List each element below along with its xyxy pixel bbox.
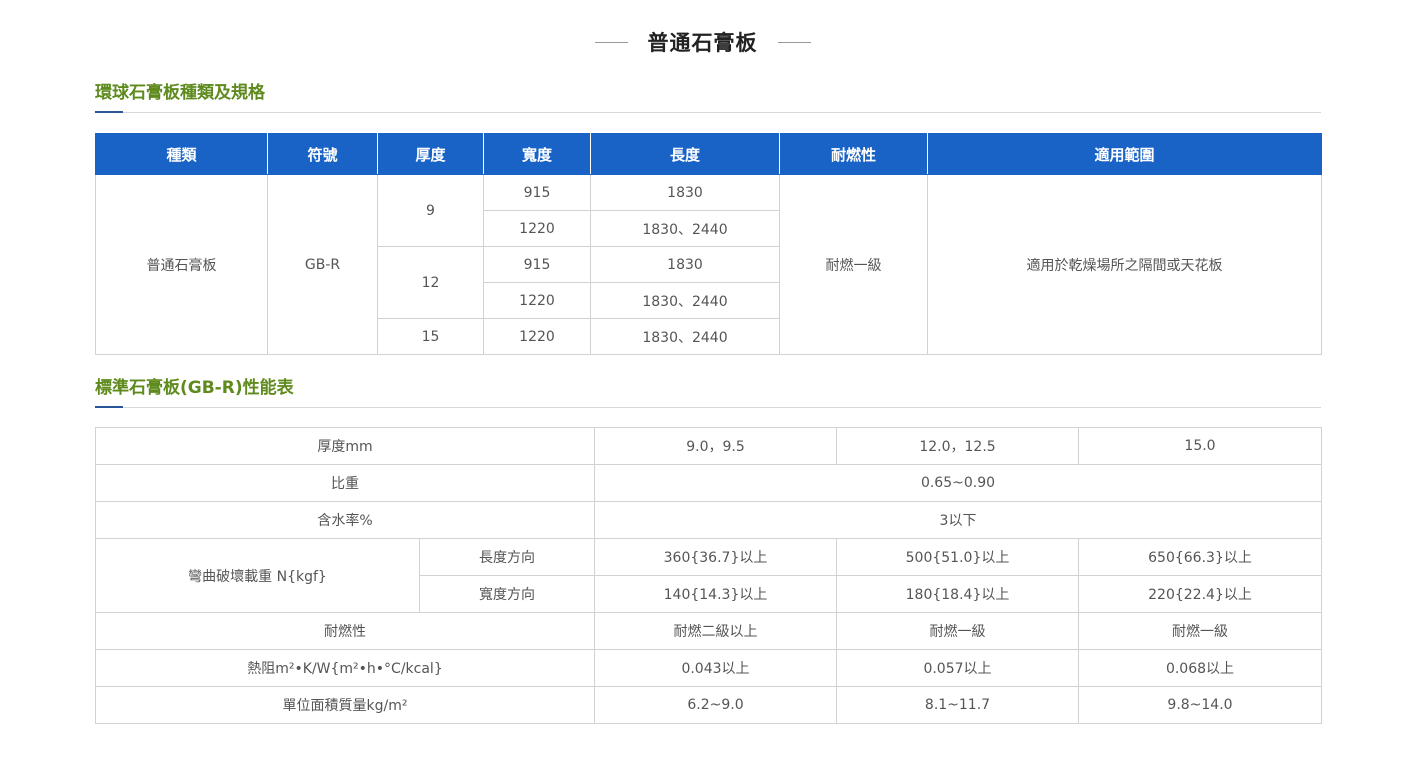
spec-header-cell: 適用範圍	[927, 133, 1322, 175]
perf-value-cell: 耐燃一級	[836, 612, 1079, 650]
section-perf-title: 標準石膏板(GB-R)性能表	[95, 378, 294, 398]
table-row: 熱阻m²•K/W{m²•h•°C/kcal} 0.043以上 0.057以上 0…	[95, 649, 1322, 687]
spec-fire-cell: 耐燃一級	[779, 174, 928, 355]
spec-width-cell: 1220	[483, 318, 591, 355]
spec-width-cell: 915	[483, 174, 591, 211]
perf-value-cell: 9.8~14.0	[1078, 686, 1322, 724]
perf-value-cell: 0.043以上	[594, 649, 837, 687]
section-divider	[95, 112, 1321, 113]
perf-value-cell: 6.2~9.0	[594, 686, 837, 724]
spec-table: 種類 符號 厚度 寬度 長度 耐燃性 適用範圍 普通石膏板 GB-R 9 915…	[95, 133, 1322, 355]
page-title-text: 普通石膏板	[647, 31, 758, 55]
spec-length-cell: 1830、2440	[590, 210, 780, 247]
spec-symbol-cell: GB-R	[267, 174, 378, 355]
spec-length-cell: 1830	[590, 246, 780, 283]
perf-value-cell: 0.068以上	[1078, 649, 1322, 687]
perf-value-cell: 9.0，9.5	[594, 427, 837, 465]
spec-table-header-row: 種類 符號 厚度 寬度 長度 耐燃性 適用範圍	[95, 133, 1322, 175]
spec-thickness-cell: 15	[377, 318, 484, 355]
perf-value-cell: 220{22.4}以上	[1078, 575, 1322, 613]
perf-value-cell: 3以下	[594, 501, 1322, 539]
perf-value-cell: 650{66.3}以上	[1078, 538, 1322, 576]
perf-value-cell: 12.0，12.5	[836, 427, 1079, 465]
perf-table: 厚度mm 9.0，9.5 12.0，12.5 15.0 比重 0.65~0.90…	[95, 427, 1322, 724]
perf-value-cell: 360{36.7}以上	[594, 538, 837, 576]
perf-value-cell: 0.65~0.90	[594, 464, 1322, 502]
spec-scope-cell: 適用於乾燥場所之隔間或天花板	[927, 174, 1322, 355]
section-accent	[95, 111, 123, 113]
table-row: 彎曲破壞載重 N{kgf} 長度方向 360{36.7}以上 500{51.0}…	[95, 538, 1322, 613]
title-right-rule	[777, 41, 811, 43]
table-row: 厚度mm 9.0，9.5 12.0，12.5 15.0	[95, 427, 1322, 465]
spec-header-cell: 寬度	[483, 133, 591, 175]
perf-label-cell: 熱阻m²•K/W{m²•h•°C/kcal}	[95, 649, 595, 687]
perf-value-cell: 8.1~11.7	[836, 686, 1079, 724]
perf-label-cell: 彎曲破壞載重 N{kgf}	[95, 538, 420, 613]
spec-type-cell: 普通石膏板	[95, 174, 268, 355]
perf-value-cell: 耐燃一級	[1078, 612, 1322, 650]
spec-width-cell: 1220	[483, 210, 591, 247]
page-title: 普通石膏板	[0, 22, 1405, 62]
perf-sublabel-cell: 寬度方向	[419, 575, 595, 613]
spec-length-cell: 1830、2440	[590, 282, 780, 319]
table-row: 耐燃性 耐燃二級以上 耐燃一級 耐燃一級	[95, 612, 1322, 650]
table-row: 單位面積質量kg/m² 6.2~9.0 8.1~11.7 9.8~14.0	[95, 686, 1322, 724]
perf-label-cell: 厚度mm	[95, 427, 595, 465]
spec-length-cell: 1830	[590, 174, 780, 211]
perf-value-cell: 0.057以上	[836, 649, 1079, 687]
perf-value-cell: 500{51.0}以上	[836, 538, 1079, 576]
spec-length-cell: 1830、2440	[590, 318, 780, 355]
perf-value-cell: 180{18.4}以上	[836, 575, 1079, 613]
section-spec-header: 環球石膏板種類及規格	[95, 82, 1321, 113]
table-row: 比重 0.65~0.90	[95, 464, 1322, 502]
spec-header-cell: 耐燃性	[779, 133, 928, 175]
title-left-rule	[594, 41, 628, 43]
spec-width-cell: 915	[483, 246, 591, 283]
spec-header-cell: 種類	[95, 133, 268, 175]
table-row: 普通石膏板 GB-R 9 915 1830 耐燃一級 適用於乾燥場所之隔間或天花…	[95, 174, 1322, 355]
section-accent	[95, 406, 123, 408]
perf-label-cell: 含水率%	[95, 501, 595, 539]
spec-header-cell: 厚度	[377, 133, 484, 175]
spec-thickness-cell: 12	[377, 246, 484, 319]
table-row: 含水率% 3以下	[95, 501, 1322, 539]
perf-label-cell: 單位面積質量kg/m²	[95, 686, 595, 724]
perf-value-cell: 140{14.3}以上	[594, 575, 837, 613]
section-divider	[95, 407, 1321, 408]
perf-value-cell: 耐燃二級以上	[594, 612, 837, 650]
spec-header-cell: 符號	[267, 133, 378, 175]
spec-width-cell: 1220	[483, 282, 591, 319]
perf-sublabel-cell: 長度方向	[419, 538, 595, 576]
perf-label-cell: 比重	[95, 464, 595, 502]
spec-header-cell: 長度	[590, 133, 780, 175]
spec-thickness-cell: 9	[377, 174, 484, 247]
section-perf-header: 標準石膏板(GB-R)性能表	[95, 377, 1321, 408]
perf-label-cell: 耐燃性	[95, 612, 595, 650]
perf-value-cell: 15.0	[1078, 427, 1322, 465]
section-spec-title: 環球石膏板種類及規格	[95, 83, 265, 103]
